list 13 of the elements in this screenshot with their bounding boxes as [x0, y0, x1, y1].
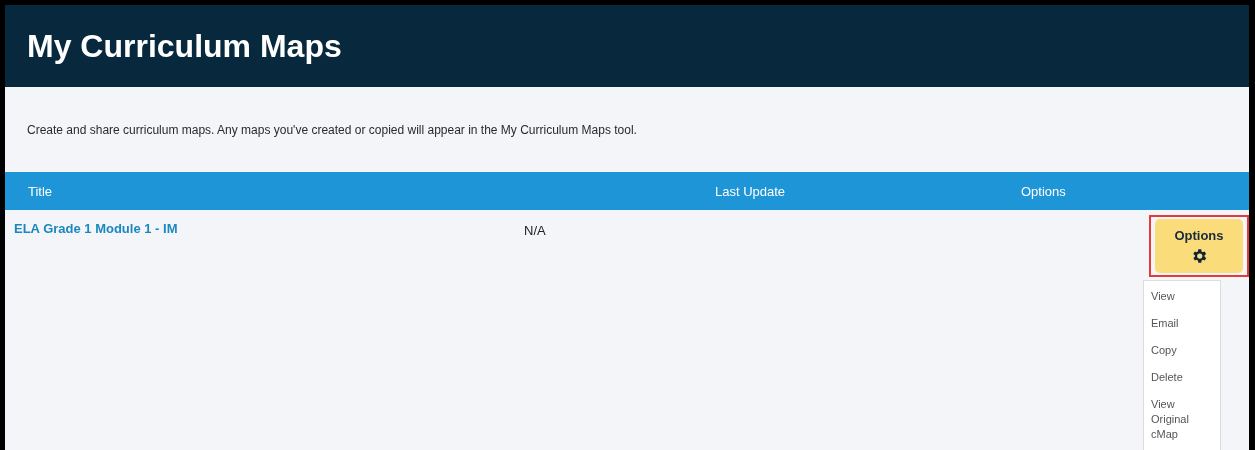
menu-item[interactable]: View Original cMap — [1144, 393, 1220, 450]
last-update-cell: N/A — [524, 223, 546, 238]
page-title: My Curriculum Maps — [27, 27, 342, 65]
menu-item[interactable]: View — [1144, 285, 1220, 312]
column-header: Last Update — [715, 183, 787, 199]
menu-item[interactable]: Delete — [1144, 366, 1220, 393]
menu-item[interactable]: Email — [1144, 312, 1220, 339]
menu-item[interactable]: Copy — [1144, 339, 1220, 366]
map-title-link[interactable]: ELA Grade 1 Module 1 - IM — [14, 221, 524, 236]
column-header: Title — [27, 183, 54, 199]
description-text: Create and share curriculum maps. Any maps you've created or copied will appear in the My Curriculum Maps tool. — [27, 122, 637, 137]
options-button[interactable]: Options — [1155, 219, 1243, 273]
column-header: Options — [1021, 183, 1067, 199]
